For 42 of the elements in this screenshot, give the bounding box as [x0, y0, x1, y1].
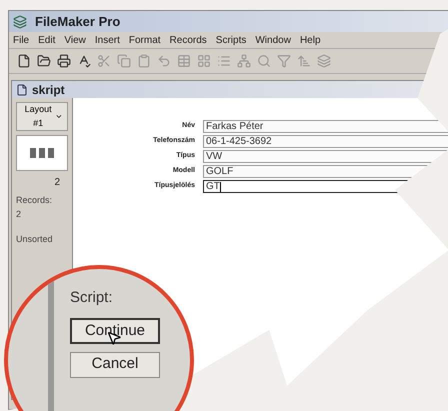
caret-icon	[55, 112, 63, 121]
grid-icon[interactable]	[197, 54, 211, 68]
input-field[interactable]: Farkas Péter	[203, 120, 448, 133]
clipboard-icon[interactable]	[137, 54, 151, 68]
search-icon[interactable]	[257, 54, 271, 68]
menu-item[interactable]: File	[13, 32, 30, 48]
sort-icon[interactable]	[297, 54, 311, 68]
scissors-icon[interactable]	[97, 54, 111, 68]
menu-item[interactable]: Edit	[38, 32, 56, 48]
list-icon[interactable]	[217, 54, 231, 68]
menu-item[interactable]: Window	[255, 32, 291, 48]
layout-dropdown[interactable]: Layout #1	[16, 102, 68, 131]
menu-item[interactable]: Help	[300, 32, 321, 48]
table-icon[interactable]	[177, 54, 191, 68]
dialog-button[interactable]: Continue	[70, 318, 160, 344]
dialog-button[interactable]: Cancel	[70, 352, 160, 378]
record-number: 2	[54, 176, 61, 190]
script-label: Script:	[70, 288, 113, 308]
menu-item[interactable]: View	[64, 32, 86, 48]
new-file-icon[interactable]	[17, 54, 31, 68]
window-title: FileMaker Pro	[35, 12, 120, 31]
input-field[interactable]: 06-1-425-3692	[203, 135, 448, 148]
records-count: 2	[16, 208, 22, 220]
text-cursor	[220, 182, 221, 192]
input-field[interactable]: VW	[203, 150, 448, 163]
spellcheck-icon[interactable]	[77, 54, 91, 68]
open-folder-icon[interactable]	[37, 54, 51, 68]
menu-item[interactable]: Insert	[94, 32, 120, 48]
sort-status: Unsorted	[16, 233, 53, 246]
menu-item[interactable]: Format	[128, 32, 161, 48]
menu-item[interactable]: Scripts	[216, 32, 246, 48]
document-icon	[16, 84, 28, 96]
printer-icon[interactable]	[57, 54, 71, 68]
network-icon[interactable]	[237, 54, 251, 68]
undo-icon[interactable]	[157, 54, 171, 68]
document-title: skript	[32, 82, 65, 98]
copy-icon[interactable]	[117, 54, 131, 68]
app-icon	[13, 14, 27, 28]
layers-icon[interactable]	[317, 54, 331, 68]
records-label: Records:	[16, 194, 52, 207]
filter-icon[interactable]	[277, 54, 291, 68]
menu-item[interactable]: Records	[170, 32, 207, 48]
